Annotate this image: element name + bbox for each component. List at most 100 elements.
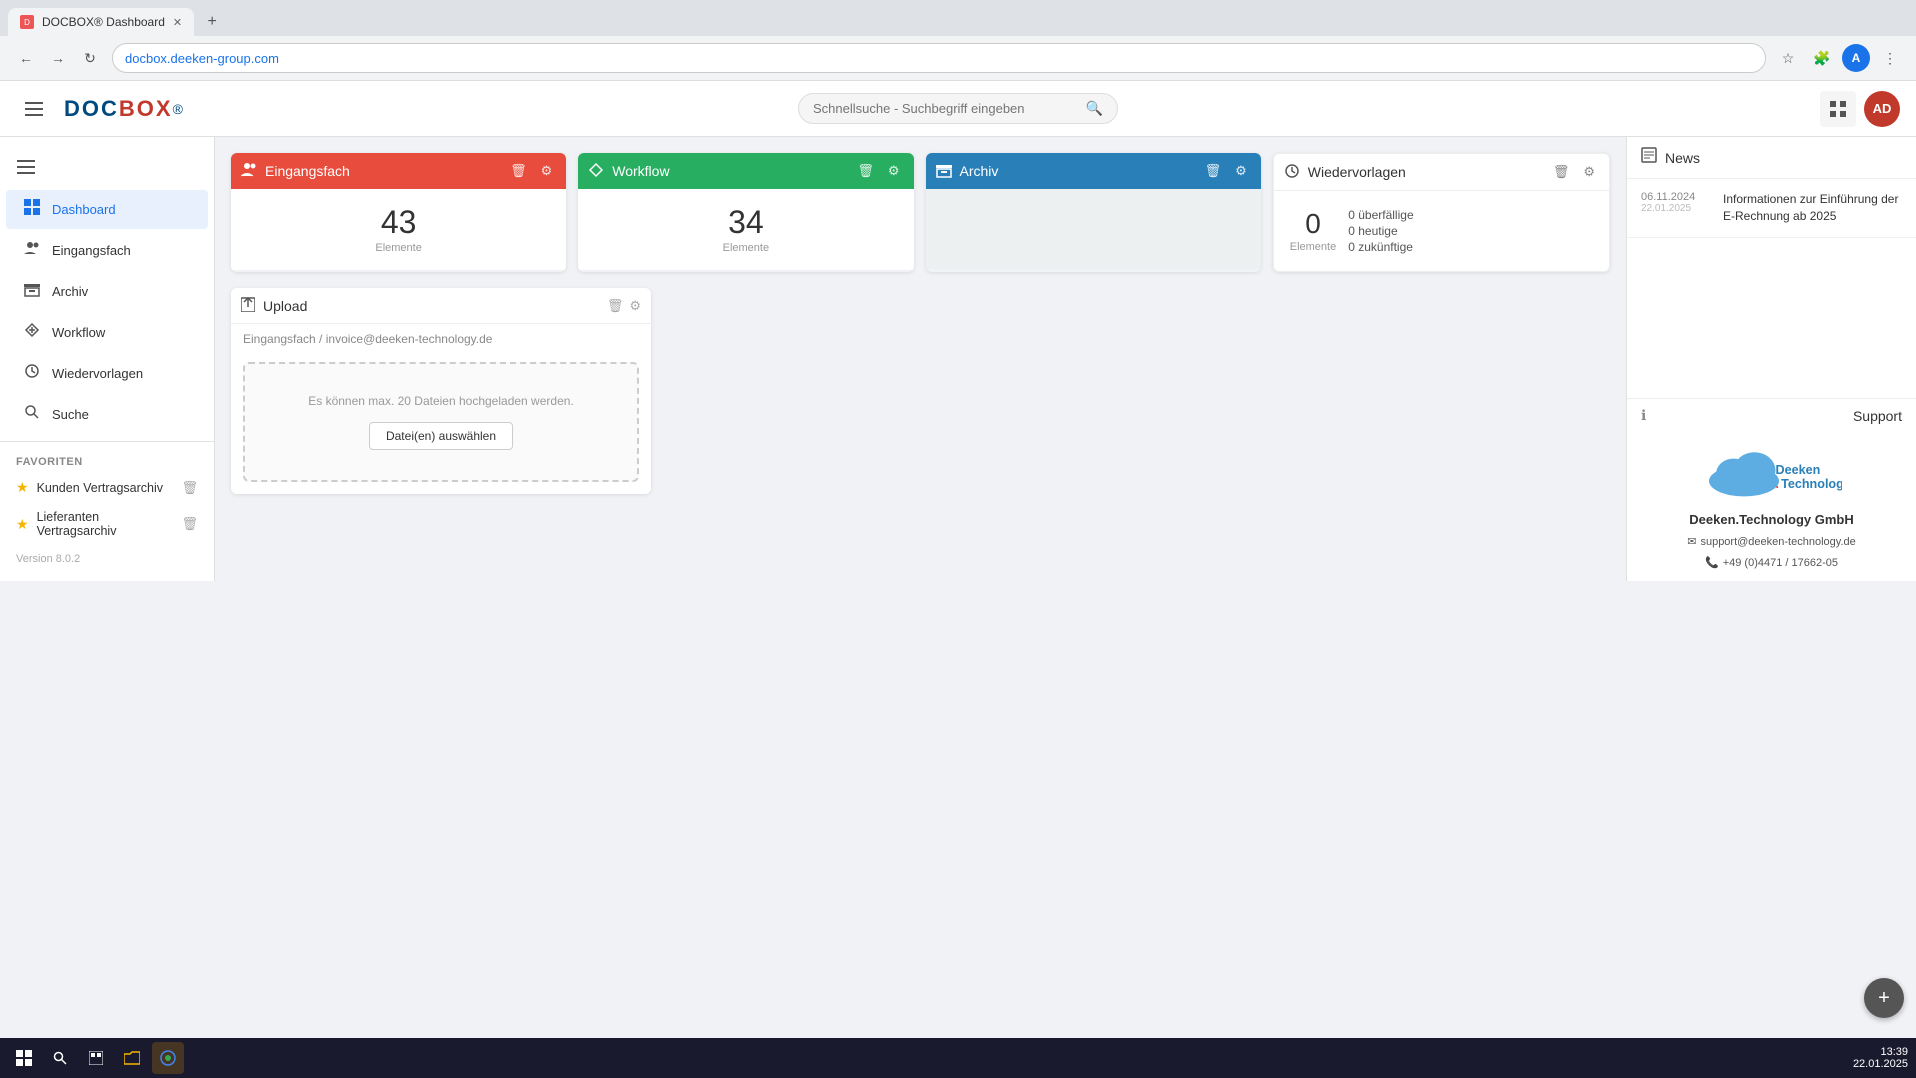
profile-btn[interactable]: A xyxy=(1842,44,1870,72)
archiv-header-actions: 🗑 ⚙ xyxy=(1201,161,1251,181)
support-logo-area: Deeken . Technology xyxy=(1702,444,1842,504)
search-input[interactable] xyxy=(813,101,1078,116)
workflow-settings-btn[interactable]: ⚙ xyxy=(884,161,904,181)
archiv-settings-btn[interactable]: ⚙ xyxy=(1231,161,1251,181)
upload-drop-hint: Es können max. 20 Dateien hochgeladen we… xyxy=(261,394,621,408)
workflow-icon xyxy=(22,322,42,343)
wiedervorlagen-settings-btn[interactable]: ⚙ xyxy=(1579,162,1599,182)
support-phone: 📞 +49 (0)4471 / 17662-05 xyxy=(1705,556,1838,569)
sidebar-item-wiedervorlagen[interactable]: Wiedervorlagen xyxy=(6,354,208,393)
favoriten-label: Favoriten xyxy=(0,448,214,472)
taskbar-search-btn[interactable] xyxy=(44,1042,76,1074)
star-icon-kunden: ★ xyxy=(16,479,29,496)
wiedervorlagen-delete-btn[interactable]: 🗑 xyxy=(1549,162,1574,182)
wiedervorlagen-card-title: Wiedervorlagen xyxy=(1308,164,1406,180)
sidebar-item-eingangsfach[interactable]: Eingangsfach xyxy=(6,231,208,270)
archiv-icon xyxy=(22,281,42,302)
workflow-label: Elemente xyxy=(723,242,769,254)
heutige-text: 0 heutige xyxy=(1348,224,1413,238)
refresh-btn[interactable]: ↻ xyxy=(76,44,104,72)
upload-header: Upload 🗑 ⚙ xyxy=(231,288,651,324)
taskbar-start-btn[interactable] xyxy=(8,1042,40,1074)
workflow-delete-btn[interactable]: 🗑 xyxy=(853,161,878,181)
search-bar: 🔍 xyxy=(798,93,1118,124)
support-company: Deeken.Technology GmbH xyxy=(1689,512,1853,527)
browser-tab[interactable]: D DOCBOX® Dashboard ✕ xyxy=(8,8,194,36)
support-panel: ℹ Support Deeken . Technology xyxy=(1627,398,1916,581)
dashboard-cards-row: Eingangsfach 🗑 ⚙ 43 Elemente W xyxy=(231,153,1610,272)
news-header: News xyxy=(1627,137,1916,179)
workflow-count: 34 xyxy=(728,205,764,240)
menu-dots-btn[interactable]: ⋮ xyxy=(1876,44,1904,72)
bookmark-btn[interactable]: ☆ xyxy=(1774,44,1802,72)
taskbar-right: 13:39 22.01.2025 xyxy=(1853,1046,1908,1070)
fab-icon: + xyxy=(1878,987,1890,1010)
workflow-body: 34 Elemente xyxy=(578,189,913,270)
eingangsfach-settings-btn[interactable]: ⚙ xyxy=(537,161,557,181)
fav-item-kunden[interactable]: ★ Kunden Vertragsarchiv 🗑 xyxy=(0,472,214,503)
right-panel: News 06.11.2024 22.01.2025 Informationen… xyxy=(1626,137,1916,581)
app-menu-btn[interactable] xyxy=(16,91,52,127)
wiedervorlagen-card-icon xyxy=(1284,163,1300,182)
sidebar-label-suche: Suche xyxy=(52,407,89,422)
fav-item-lieferanten[interactable]: ★ Lieferanten Vertragsarchiv 🗑 xyxy=(0,503,214,545)
widget-workflow[interactable]: Workflow 🗑 ⚙ 34 Elemente xyxy=(578,153,913,272)
taskbar-clock: 13:39 22.01.2025 xyxy=(1853,1046,1908,1070)
eingangsfach-body: 43 Elemente xyxy=(231,189,566,270)
widget-eingangsfach[interactable]: Eingangsfach 🗑 ⚙ 43 Elemente xyxy=(231,153,566,272)
sidebar-item-workflow[interactable]: Workflow xyxy=(6,313,208,352)
sidebar-label-wiedervorlagen: Wiedervorlagen xyxy=(52,366,143,381)
search-icon[interactable]: 🔍 xyxy=(1086,100,1103,117)
extension-btn[interactable]: 🧩 xyxy=(1808,44,1836,72)
upload-select-btn[interactable]: Datei(en) auswählen xyxy=(369,422,513,450)
eingangsfach-label: Elemente xyxy=(375,242,421,254)
widget-wiedervorlagen-header: Wiedervorlagen 🗑 ⚙ xyxy=(1274,154,1609,191)
tab-close-btn[interactable]: ✕ xyxy=(173,16,182,29)
eingangsfach-header-actions: 🗑 ⚙ xyxy=(506,161,556,181)
news-date-0: 06.11.2024 22.01.2025 xyxy=(1641,191,1711,225)
suche-icon xyxy=(22,404,42,425)
taskbar-browser-btn[interactable] xyxy=(152,1042,184,1074)
upload-delete-btn[interactable]: 🗑 xyxy=(607,298,624,314)
wiedervorlagen-count-label: Elemente xyxy=(1290,241,1336,253)
delete-fav-kunden[interactable]: 🗑 xyxy=(181,480,198,496)
news-item-0: 06.11.2024 22.01.2025 Informationen zur … xyxy=(1627,179,1916,238)
wiedervorlagen-body: 0 Elemente 0 überfällige 0 heutige 0 zuk… xyxy=(1274,191,1609,271)
fab-btn[interactable]: + xyxy=(1864,978,1904,1018)
taskbar-time-text: 13:39 xyxy=(1880,1046,1908,1058)
upload-title: Upload xyxy=(263,298,307,314)
sidebar-item-dashboard[interactable]: Dashboard xyxy=(6,190,208,229)
taskbar-explorer-btn[interactable] xyxy=(116,1042,148,1074)
url-bar[interactable]: docbox.deeken-group.com xyxy=(112,43,1766,73)
new-tab-btn[interactable]: + xyxy=(198,8,226,36)
sidebar-item-archiv[interactable]: Archiv xyxy=(6,272,208,311)
wiedervorlagen-count: 0 xyxy=(1290,209,1336,240)
sidebar-version: Version 8.0.2 xyxy=(0,545,214,573)
wiedervorlagen-header-actions: 🗑 ⚙ xyxy=(1549,162,1599,182)
eingangsfach-card-title: Eingangsfach xyxy=(265,163,350,179)
archiv-card-icon xyxy=(936,162,952,181)
sidebar-label-eingangsfach: Eingangsfach xyxy=(52,243,131,258)
widget-archiv[interactable]: Archiv 🗑 ⚙ xyxy=(926,153,1261,272)
topbar-grid-btn[interactable] xyxy=(1820,91,1856,127)
back-btn[interactable]: ← xyxy=(12,44,40,72)
upload-drop-zone[interactable]: Es können max. 20 Dateien hochgeladen we… xyxy=(243,362,639,482)
upload-widget: Upload 🗑 ⚙ Eingangsfach / invoice@deeken… xyxy=(231,288,651,494)
taskbar-date-text: 22.01.2025 xyxy=(1853,1058,1908,1070)
upload-settings-btn[interactable]: ⚙ xyxy=(629,298,641,314)
sidebar-item-suche[interactable]: Suche xyxy=(6,395,208,434)
topbar-avatar[interactable]: AD xyxy=(1864,91,1900,127)
widget-wiedervorlagen[interactable]: Wiedervorlagen 🗑 ⚙ 0 Elemente 0 überfäll… xyxy=(1273,153,1610,272)
sidebar-toggle-btn[interactable] xyxy=(8,149,44,185)
upload-header-actions: 🗑 ⚙ xyxy=(607,298,641,314)
delete-fav-lieferanten[interactable]: 🗑 xyxy=(181,516,198,532)
forward-btn[interactable]: → xyxy=(44,44,72,72)
taskbar-tasks-btn[interactable] xyxy=(80,1042,112,1074)
archiv-delete-btn[interactable]: 🗑 xyxy=(1201,161,1226,181)
eingangsfach-delete-btn[interactable]: 🗑 xyxy=(506,161,531,181)
widget-eingangsfach-header: Eingangsfach 🗑 ⚙ xyxy=(231,153,566,189)
archiv-body xyxy=(926,189,1261,269)
wiedervorlagen-details: 0 überfällige 0 heutige 0 zukünftige xyxy=(1348,206,1413,256)
support-header: ℹ Support xyxy=(1627,399,1916,432)
sidebar-label-dashboard: Dashboard xyxy=(52,202,116,217)
